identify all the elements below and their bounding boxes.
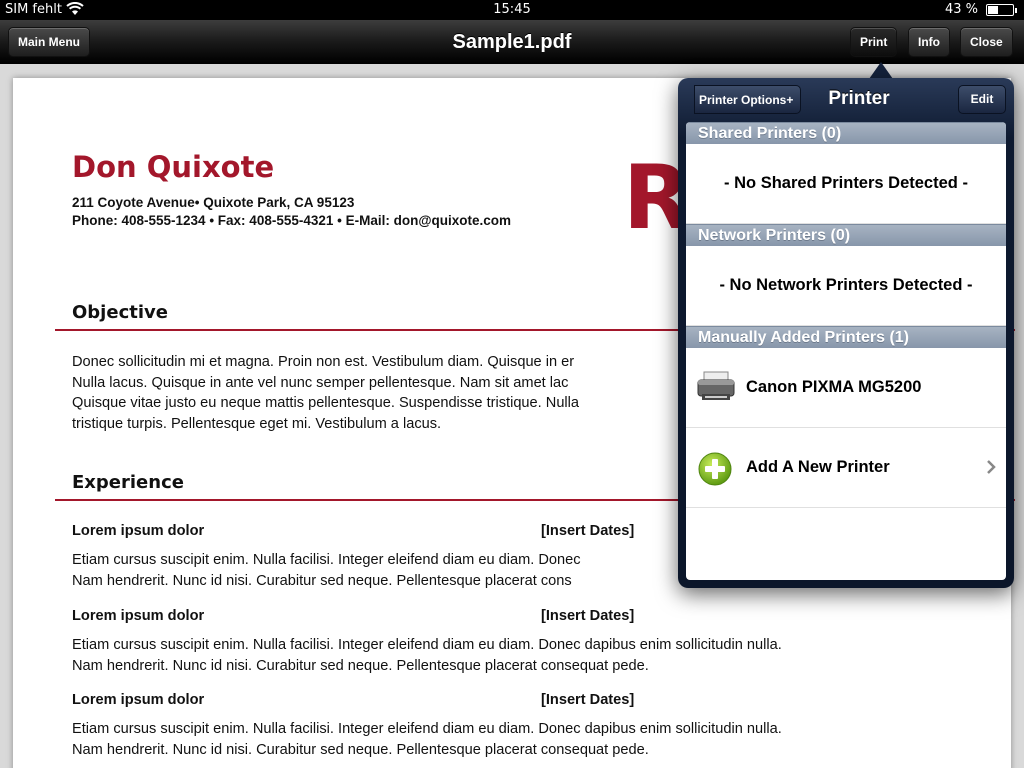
objective-heading: Objective (72, 302, 168, 323)
printer-name: Canon PIXMA MG5200 (746, 378, 922, 396)
job-description: Etiam cursus suscipit enim. Nulla facili… (72, 721, 782, 758)
section-header-network: Network Printers (0) (686, 224, 1006, 246)
printer-popover: Printer Options+ Printer Edit Shared Pri… (678, 78, 1014, 588)
resume-address: 211 Coyote Avenue• Quixote Park, CA 9512… (72, 195, 355, 210)
job-title: Lorem ipsum dolor (72, 608, 205, 624)
info-button[interactable]: Info (908, 27, 950, 57)
close-button[interactable]: Close (960, 27, 1013, 57)
empty-network-printers: - No Network Printers Detected - (686, 246, 1006, 326)
add-printer-row[interactable]: Add A New Printer (686, 428, 1006, 508)
status-bar: SIM fehlt 15:45 43 % (0, 0, 1024, 20)
battery-percent: 43 % (944, 2, 978, 17)
navigation-bar: Main Menu Sample1.pdf Print Info Close (0, 20, 1024, 64)
edit-button[interactable]: Edit (958, 85, 1006, 114)
section-header-manual: Manually Added Printers (1) (686, 326, 1006, 348)
resume-name: Don Quixote (72, 150, 275, 184)
job-dates: [Insert Dates] (541, 523, 635, 539)
chevron-right-icon (987, 460, 996, 474)
section-header-shared: Shared Printers (0) (686, 122, 1006, 144)
job-description: Etiam cursus suscipit enim. Nulla facili… (72, 637, 782, 674)
printer-row-canon[interactable]: Canon PIXMA MG5200 (686, 348, 1006, 428)
job-dates: [Insert Dates] (541, 608, 635, 624)
job-dates: [Insert Dates] (541, 692, 635, 708)
empty-shared-printers: - No Shared Printers Detected - (686, 144, 1006, 224)
printer-list[interactable]: Shared Printers (0) - No Shared Printers… (686, 122, 1006, 580)
battery-icon (986, 4, 1017, 16)
printer-icon (697, 371, 735, 400)
clock: 15:45 (493, 2, 531, 17)
popover-arrow (869, 62, 893, 79)
resume-contact: Phone: 408-555-1234 • Fax: 408-555-4321 … (72, 213, 512, 228)
add-circle-icon (698, 452, 732, 486)
job-title: Lorem ipsum dolor (72, 523, 205, 539)
print-button[interactable]: Print (850, 27, 898, 57)
experience-heading: Experience (72, 472, 184, 493)
job-title: Lorem ipsum dolor (72, 692, 205, 708)
add-printer-label: Add A New Printer (746, 458, 890, 476)
